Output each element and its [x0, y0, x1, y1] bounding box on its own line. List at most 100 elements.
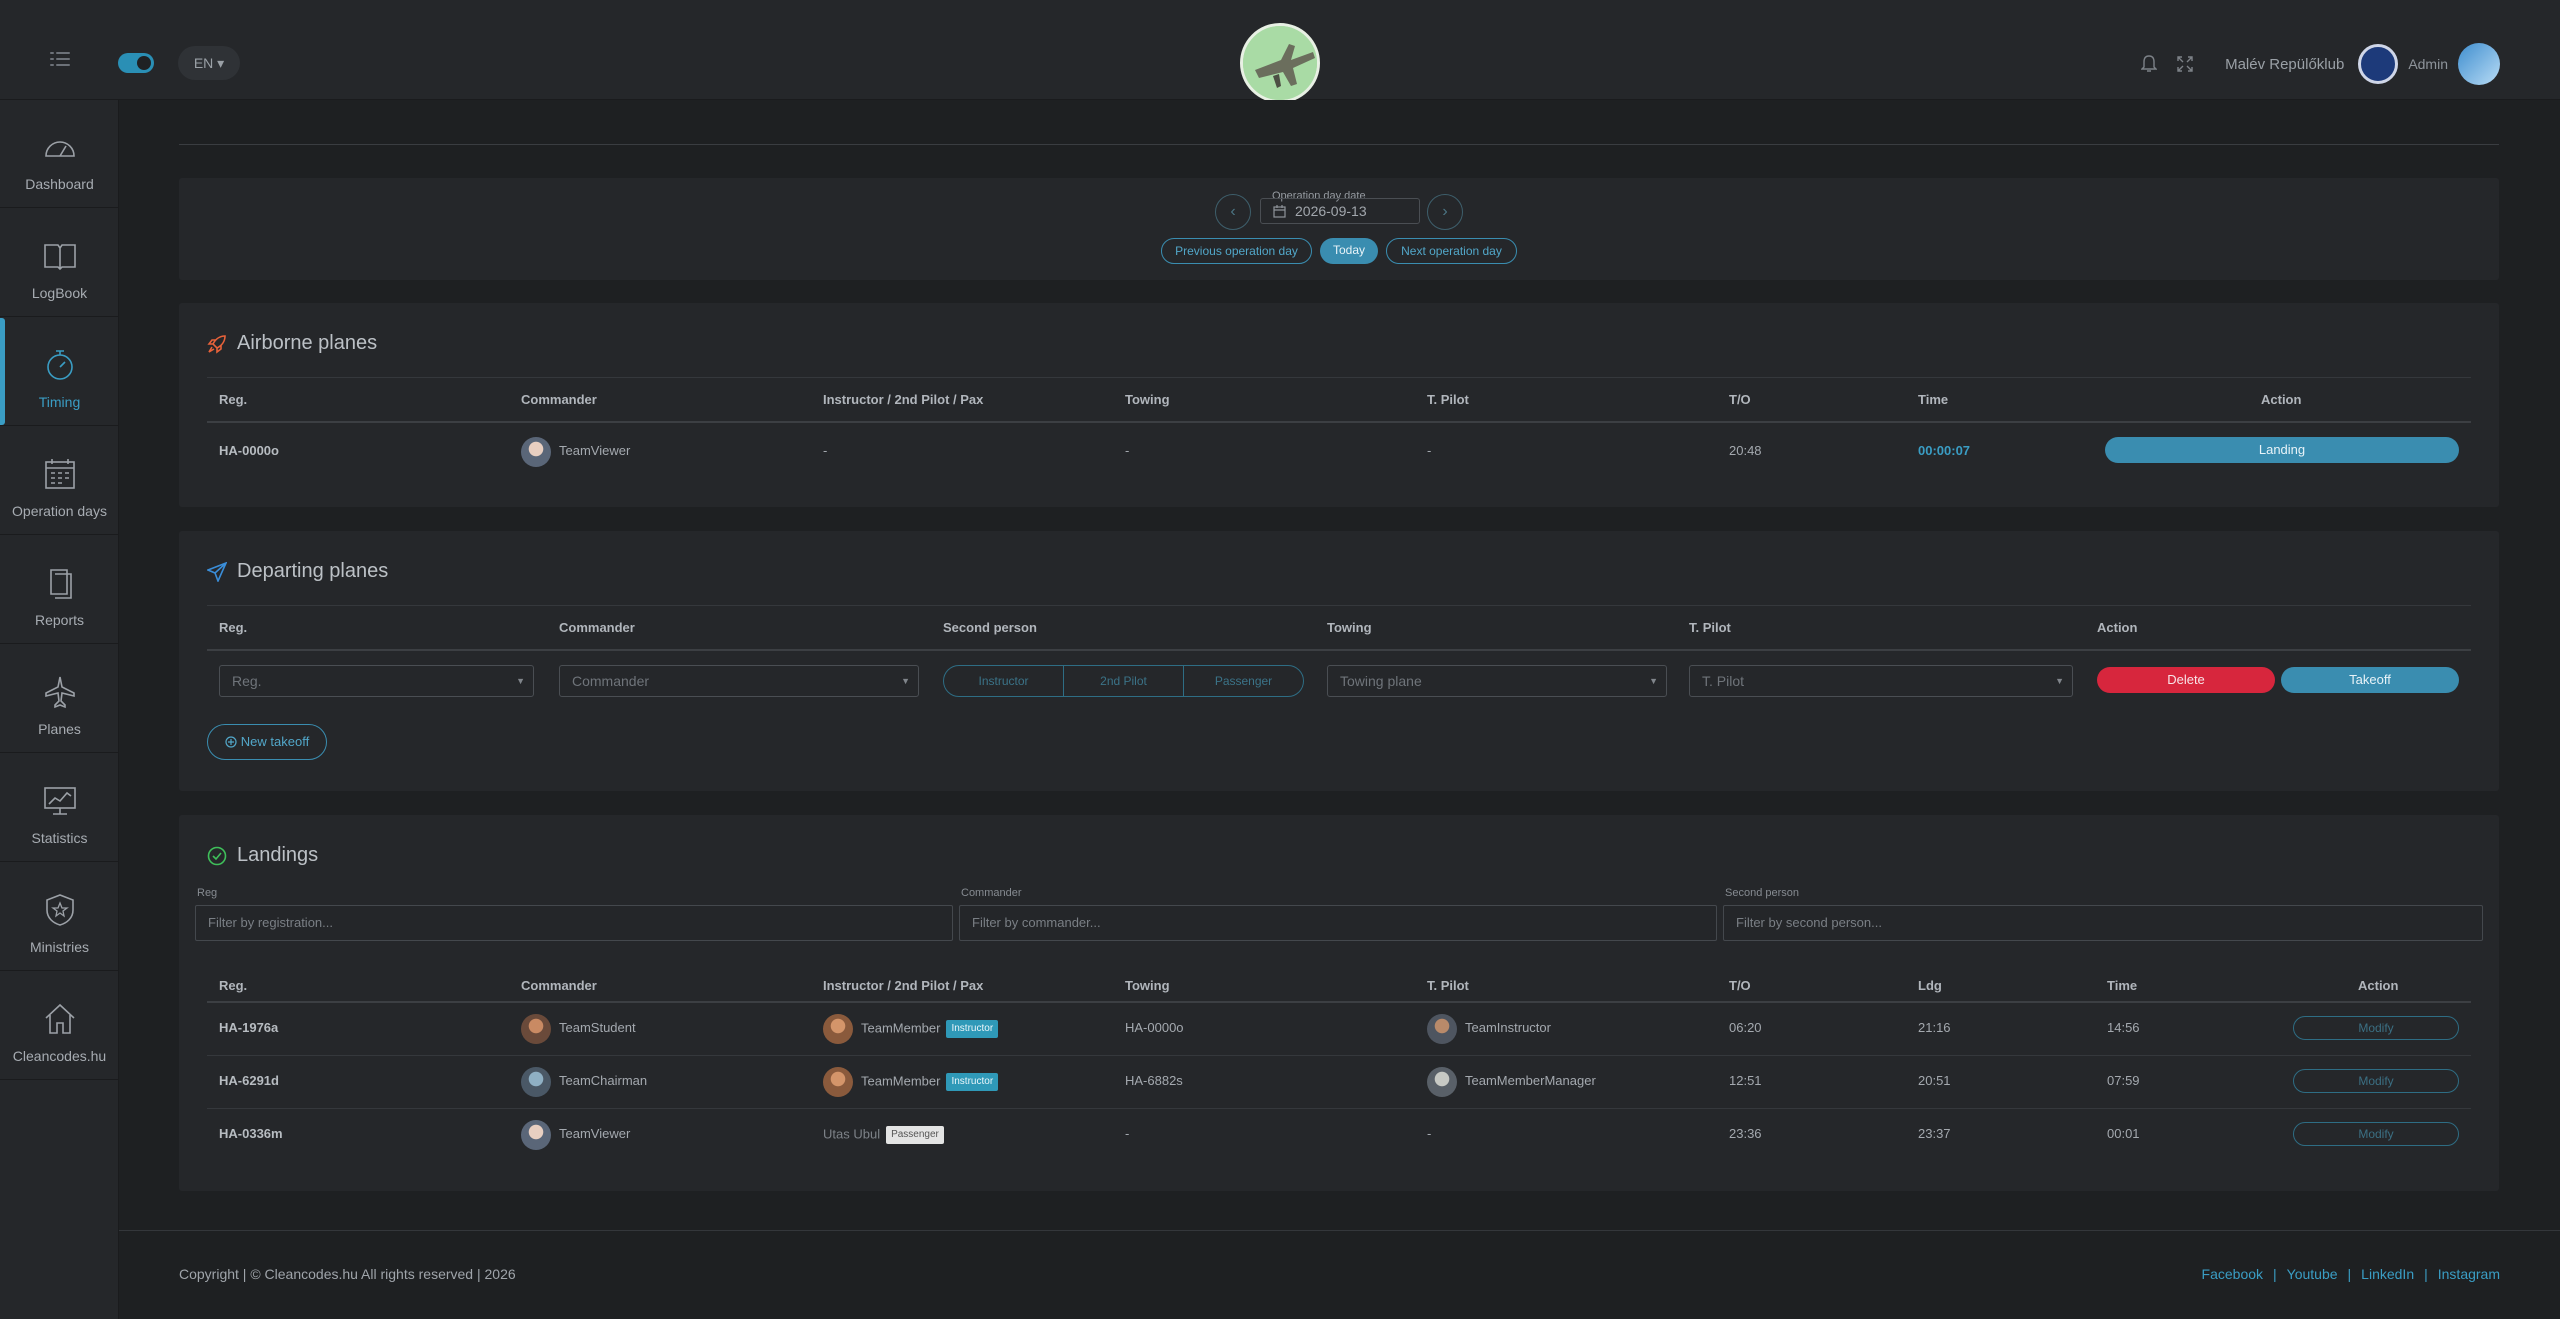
date-input[interactable]: 2026-09-13	[1260, 198, 1420, 224]
landing-ldg: 21:16	[1918, 1020, 1951, 1035]
instagram-link[interactable]: Instagram	[2438, 1266, 2500, 1282]
modify-button[interactable]: Modify	[2293, 1016, 2459, 1040]
landing-reg: HA-6291d	[219, 1073, 279, 1088]
user-role: Admin	[2408, 56, 2448, 72]
landing-second: TeamMember Instructor	[861, 1020, 999, 1038]
col-reg: Reg.	[219, 392, 248, 407]
landing-reg: HA-0336m	[219, 1126, 283, 1141]
club-name: Malév Repülőklub	[2225, 55, 2345, 73]
landing-to: 23:36	[1729, 1126, 1762, 1141]
passenger-option[interactable]: Passenger	[1184, 666, 1303, 696]
departing-title: Departing planes	[207, 560, 388, 583]
youtube-link[interactable]: Youtube	[2287, 1266, 2338, 1282]
linkedin-link[interactable]: LinkedIn	[2361, 1266, 2414, 1282]
sidebar-item-timing[interactable]: Timing	[0, 318, 119, 426]
previous-operation-day-button[interactable]: Previous operation day	[1161, 238, 1312, 264]
sidebar-item-ministries[interactable]: Ministries	[0, 863, 119, 971]
landing-commander: TeamChairman	[559, 1073, 648, 1088]
avatar	[521, 1120, 551, 1150]
col-action: Action	[2261, 392, 2302, 407]
landing-commander: TeamViewer	[559, 1126, 631, 1141]
new-takeoff-button[interactable]: New takeoff	[207, 724, 327, 760]
avatar	[521, 437, 551, 467]
modify-button[interactable]: Modify	[2293, 1122, 2459, 1146]
airborne-tpilot: -	[1427, 443, 1432, 458]
col-second-person: Second person	[943, 620, 1037, 635]
menu-toggle-icon[interactable]	[50, 52, 70, 66]
user-avatar[interactable]	[2458, 43, 2500, 85]
shield-star-icon	[46, 894, 74, 926]
bell-icon[interactable]	[2137, 52, 2161, 76]
col-reg: Reg.	[219, 620, 248, 635]
departing-planes-card: Departing planes Reg. Commander Second p…	[179, 531, 2499, 791]
theme-toggle[interactable]	[118, 53, 154, 73]
stopwatch-icon	[47, 350, 73, 380]
divider	[179, 144, 2499, 145]
second-pilot-option[interactable]: 2nd Pilot	[1064, 666, 1184, 696]
gauge-icon	[45, 141, 75, 157]
modify-button[interactable]: Modify	[2293, 1069, 2459, 1093]
sidebar-item-cleancodes[interactable]: Cleancodes.hu	[0, 972, 119, 1080]
landings-rows: HA-1976a TeamStudent TeamMember Instructo…	[179, 815, 2499, 1191]
landing-second: Utas Ubul Passenger	[823, 1126, 944, 1144]
delete-button[interactable]: Delete	[2097, 667, 2275, 693]
landing-tpilot: -	[1427, 1126, 1432, 1141]
sidebar-item-reports[interactable]: Reports	[0, 536, 119, 644]
plane-icon	[45, 676, 75, 709]
landing-second: TeamMember Instructor	[861, 1073, 999, 1091]
landing-time: 00:01	[2107, 1126, 2140, 1141]
col-towing: Towing	[1327, 620, 1372, 635]
next-operation-day-button[interactable]: Next operation day	[1386, 238, 1517, 264]
book-icon	[44, 244, 76, 271]
top-bar: EN ▾ Malév Repülőklub Admin	[0, 0, 2560, 103]
house-icon	[45, 1003, 75, 1034]
next-day-arrow[interactable]: ›	[1427, 194, 1463, 230]
towing-plane-select[interactable]: Towing plane ▼	[1327, 665, 1667, 697]
sidebar-item-planes[interactable]: Planes	[0, 645, 119, 753]
landing-time: 14:56	[2107, 1020, 2140, 1035]
facebook-link[interactable]: Facebook	[2202, 1266, 2263, 1282]
landing-to: 12:51	[1729, 1073, 1762, 1088]
calendar-icon	[45, 459, 75, 489]
col-tpilot: T. Pilot	[1427, 392, 1469, 407]
plus-circle-icon	[225, 736, 237, 748]
club-logo[interactable]	[1240, 23, 1320, 103]
col-commander: Commander	[521, 392, 597, 407]
operation-day-card: ‹ Operation day date 2026-09-13 › Previo…	[179, 178, 2499, 280]
avatar	[521, 1014, 551, 1044]
instructor-option[interactable]: Instructor	[944, 666, 1064, 696]
sidebar-item-statistics[interactable]: Statistics	[0, 754, 119, 862]
today-button[interactable]: Today	[1320, 238, 1378, 264]
commander-select[interactable]: Commander ▼	[559, 665, 919, 697]
language-selector[interactable]: EN ▾	[178, 46, 240, 80]
calendar-small-icon	[1273, 205, 1286, 218]
airborne-time: 00:00:07	[1918, 443, 1971, 458]
paper-plane-icon	[207, 561, 227, 582]
plane-logo-icon	[1243, 26, 1317, 100]
landing-tpilot: TeamInstructor	[1465, 1020, 1551, 1035]
avatar	[823, 1014, 853, 1044]
airborne-reg[interactable]: HA-0000o	[219, 443, 279, 458]
airborne-towing: -	[1125, 443, 1130, 458]
landing-tpilot: TeamMemberManager	[1465, 1073, 1596, 1088]
sidebar-item-logbook[interactable]: LogBook	[0, 209, 119, 317]
tpilot-select[interactable]: T. Pilot ▼	[1689, 665, 2073, 697]
fullscreen-icon[interactable]	[2173, 52, 2197, 76]
col-commander: Commander	[559, 620, 635, 635]
landing-time: 07:59	[2107, 1073, 2140, 1088]
prev-day-arrow[interactable]: ‹	[1215, 194, 1251, 230]
col-action: Action	[2097, 620, 2138, 635]
rocket-icon	[207, 334, 226, 354]
landing-towing: HA-6882s	[1125, 1073, 1183, 1088]
airborne-planes-card: Airborne planes Reg. Commander Instructo…	[179, 303, 2499, 507]
airborne-commander: TeamViewer	[559, 443, 631, 458]
col-second: Instructor / 2nd Pilot / Pax	[823, 392, 984, 407]
sidebar-item-dashboard[interactable]: Dashboard	[0, 100, 119, 208]
club-crest-icon[interactable]	[2358, 44, 2399, 84]
takeoff-button[interactable]: Takeoff	[2281, 667, 2459, 693]
landing-ldg: 23:37	[1918, 1126, 1951, 1141]
instructor-badge: Instructor	[946, 1073, 999, 1091]
landing-button[interactable]: Landing	[2105, 437, 2459, 463]
sidebar-item-operation-days[interactable]: Operation days	[0, 427, 119, 535]
reg-select[interactable]: Reg. ▼	[219, 665, 534, 697]
